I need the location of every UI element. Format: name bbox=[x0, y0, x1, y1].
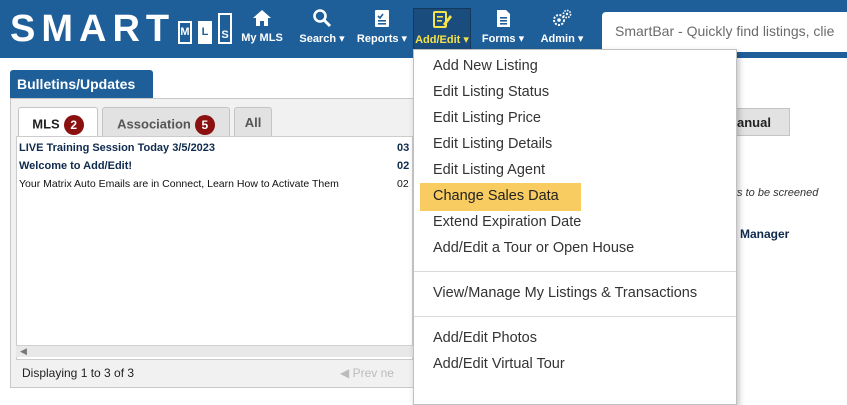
menu-add-edit-virtual-tour[interactable]: Add/Edit Virtual Tour bbox=[420, 352, 720, 378]
subtab-mls-badge: 2 bbox=[63, 115, 84, 135]
subtab-mls[interactable]: MLS 2 bbox=[18, 107, 98, 137]
bulletin-row[interactable]: Welcome to Add/Edit! 02 bbox=[19, 160, 413, 175]
horizontal-scrollbar[interactable]: ◀ bbox=[16, 345, 413, 357]
menu-change-sales-data[interactable]: Change Sales Data bbox=[420, 183, 581, 211]
logo-letter-l: L bbox=[198, 21, 212, 44]
subtab-association-badge: 5 bbox=[194, 115, 215, 135]
nav-my-mls[interactable]: My MLS bbox=[240, 8, 284, 52]
bulletin-row[interactable]: LIVE Training Session Today 3/5/2023 03 bbox=[19, 142, 413, 157]
pager-prev[interactable]: ◀ Prev ne bbox=[340, 366, 394, 380]
menu-extend-expiration-date[interactable]: Extend Expiration Date bbox=[420, 210, 720, 236]
bulletin-title: Welcome to Add/Edit! bbox=[19, 160, 133, 172]
subtab-mls-label: MLS bbox=[32, 116, 60, 132]
bulletin-list: LIVE Training Session Today 3/5/2023 03 W… bbox=[16, 136, 413, 360]
bulletin-title: LIVE Training Session Today 3/5/2023 bbox=[19, 142, 216, 154]
clipboard-icon bbox=[354, 8, 410, 32]
menu-add-edit-tour[interactable]: Add/Edit a Tour or Open House bbox=[420, 236, 720, 262]
search-icon bbox=[296, 8, 348, 32]
menu-edit-listing-details[interactable]: Edit Listing Details bbox=[420, 132, 720, 158]
screened-note: ts to be screened bbox=[734, 187, 819, 199]
bulletin-row[interactable]: Your Matrix Auto Emails are in Connect, … bbox=[19, 178, 413, 193]
edit-icon bbox=[414, 9, 470, 33]
bulletin-title: Your Matrix Auto Emails are in Connect, … bbox=[19, 178, 339, 190]
bulletin-date: 03 bbox=[397, 142, 410, 154]
nav-reports[interactable]: Reports ▾ bbox=[354, 8, 410, 52]
add-edit-dropdown: Add New Listing Edit Listing Status Edit… bbox=[413, 49, 737, 405]
manager-link[interactable]: Manager bbox=[740, 227, 789, 241]
nav-forms-label: Forms ▾ bbox=[481, 33, 525, 45]
logo-letter-m: M bbox=[178, 21, 192, 44]
menu-edit-listing-agent[interactable]: Edit Listing Agent bbox=[420, 158, 720, 184]
menu-divider bbox=[414, 271, 736, 272]
nav-reports-label: Reports ▾ bbox=[356, 33, 408, 45]
nav-add-edit[interactable]: Add/Edit ▾ bbox=[413, 8, 471, 52]
home-icon bbox=[240, 8, 284, 32]
nav-add-edit-label: Add/Edit ▾ bbox=[415, 34, 469, 46]
nav-admin[interactable]: Admin ▾ bbox=[536, 8, 588, 52]
logo-text: SMART bbox=[10, 8, 176, 50]
menu-edit-listing-price[interactable]: Edit Listing Price bbox=[420, 106, 720, 132]
subtab-association[interactable]: Association 5 bbox=[102, 107, 230, 137]
bulletin-date: 02 bbox=[397, 160, 410, 172]
nav-search[interactable]: Search ▾ bbox=[296, 8, 348, 52]
scroll-left-arrow-icon[interactable]: ◀ bbox=[20, 346, 27, 357]
smartbar-input[interactable]: SmartBar - Quickly find listings, clie bbox=[602, 12, 847, 52]
nav-search-label: Search ▾ bbox=[299, 33, 345, 45]
menu-divider bbox=[414, 316, 736, 317]
menu-add-new-listing[interactable]: Add New Listing bbox=[420, 54, 720, 80]
document-icon bbox=[478, 8, 528, 32]
menu-add-edit-photos[interactable]: Add/Edit Photos bbox=[420, 326, 720, 352]
displaying-count: Displaying 1 to 3 of 3 bbox=[22, 366, 135, 380]
menu-view-manage-listings[interactable]: View/Manage My Listings & Transactions bbox=[420, 281, 720, 307]
bulletin-date: 02 bbox=[397, 178, 409, 190]
subtab-all-label: All bbox=[244, 115, 262, 130]
gears-icon bbox=[536, 8, 588, 32]
subtab-all[interactable]: All bbox=[234, 107, 272, 137]
logo-letter-s: S bbox=[218, 13, 232, 44]
nav-admin-label: Admin ▾ bbox=[540, 33, 584, 45]
menu-edit-listing-status[interactable]: Edit Listing Status bbox=[420, 80, 720, 106]
nav-forms[interactable]: Forms ▾ bbox=[478, 8, 528, 52]
subtab-association-label: Association bbox=[117, 116, 191, 132]
nav-my-mls-label: My MLS bbox=[241, 32, 283, 44]
bulletins-tab[interactable]: Bulletins/Updates bbox=[10, 70, 153, 100]
